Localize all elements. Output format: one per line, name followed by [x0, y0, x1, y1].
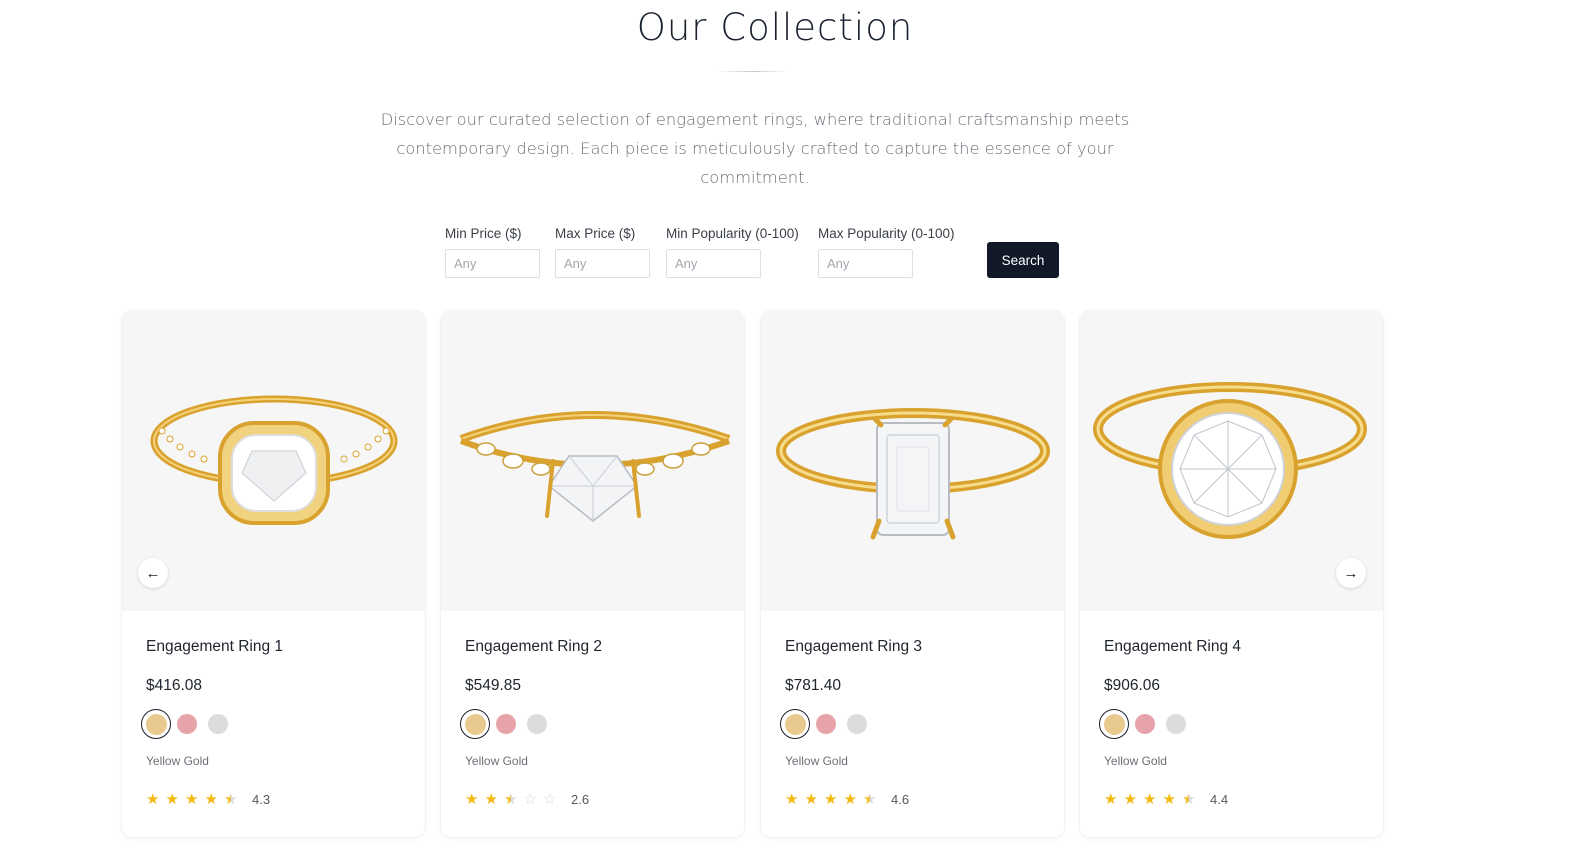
- swatch-yellow-gold[interactable]: [1099, 709, 1129, 739]
- carousel-prev-button[interactable]: ←: [138, 558, 168, 588]
- product-name[interactable]: Engagement Ring 2: [465, 638, 602, 656]
- star-empty-icon: ☆: [523, 791, 537, 808]
- product-image[interactable]: [441, 311, 744, 611]
- vintage-solitaire-ring-image: [459, 411, 731, 522]
- emerald-cut-ring-image: [776, 408, 1050, 540]
- halo-cushion-ring-image: [150, 395, 398, 525]
- swatch-rose-gold[interactable]: [496, 714, 516, 734]
- min-price-label: Min Price ($): [445, 226, 522, 241]
- rating-value: 2.6: [571, 792, 590, 807]
- max-popularity-filter: Max Popularity (0-100) Any: [818, 226, 955, 278]
- product-name[interactable]: Engagement Ring 4: [1104, 638, 1241, 656]
- star-full-icon: ★: [804, 791, 818, 808]
- filter-bar: Min Price ($) Any Max Price ($) Any Min …: [0, 226, 1591, 286]
- product-price: $416.08: [146, 677, 203, 694]
- star-full-icon: ★: [824, 791, 838, 808]
- star-half-icon: ★: [863, 791, 877, 808]
- max-price-filter: Max Price ($) Any: [555, 226, 650, 278]
- star-empty-icon: ☆: [543, 791, 557, 808]
- search-button[interactable]: Search: [987, 242, 1059, 278]
- star-full-icon: ★: [1104, 791, 1118, 808]
- star-full-icon: ★: [785, 791, 799, 808]
- star-full-icon: ★: [1123, 791, 1137, 808]
- star-half-icon: ★: [504, 791, 518, 808]
- star-half-icon: ★: [1182, 791, 1196, 808]
- min-price-input[interactable]: Any: [445, 249, 540, 278]
- rating-value: 4.4: [1210, 792, 1229, 807]
- title-divider: [716, 71, 790, 72]
- carousel-next-button[interactable]: →: [1336, 558, 1366, 588]
- rating-value: 4.6: [891, 792, 910, 807]
- metal-label: Yellow Gold: [465, 754, 528, 768]
- product-price: $549.85: [465, 677, 522, 694]
- product-name[interactable]: Engagement Ring 1: [146, 638, 283, 656]
- swatch-yellow-gold[interactable]: [141, 709, 171, 739]
- subtitle-line-2: contemporary design. Each piece is metic…: [396, 139, 1114, 187]
- page-subtitle: Discover our curated selection of engage…: [360, 105, 1150, 192]
- product-image[interactable]: [761, 311, 1064, 611]
- swatch-rose-gold[interactable]: [177, 714, 197, 734]
- star-full-icon: ★: [1162, 791, 1176, 808]
- star-full-icon: ★: [165, 791, 179, 808]
- product-price: $781.40: [785, 677, 842, 694]
- star-full-icon: ★: [465, 791, 479, 808]
- product-image[interactable]: ←: [122, 311, 425, 611]
- product-card[interactable]: Engagement Ring 2 $549.85 Yellow Gold ★ ★…: [441, 311, 744, 837]
- max-price-input[interactable]: Any: [555, 249, 650, 278]
- star-half-icon: ★: [224, 791, 238, 808]
- subtitle-line-1: Discover our curated selection of engage…: [380, 110, 1130, 129]
- star-full-icon: ★: [1143, 791, 1157, 808]
- metal-label: Yellow Gold: [1104, 754, 1167, 768]
- max-price-label: Max Price ($): [555, 226, 636, 241]
- min-popularity-input[interactable]: Any: [666, 249, 761, 278]
- swatch-white-gold[interactable]: [208, 714, 228, 734]
- product-image[interactable]: →: [1080, 311, 1383, 611]
- swatch-rose-gold[interactable]: [816, 714, 836, 734]
- star-full-icon: ★: [843, 791, 857, 808]
- star-full-icon: ★: [185, 791, 199, 808]
- collection-page: Our Collection Discover our curated sele…: [0, 0, 1591, 866]
- swatch-yellow-gold[interactable]: [780, 709, 810, 739]
- star-full-icon: ★: [146, 791, 160, 808]
- swatch-rose-gold[interactable]: [1135, 714, 1155, 734]
- arrow-right-icon: →: [1343, 564, 1359, 582]
- swatch-white-gold[interactable]: [847, 714, 867, 734]
- max-popularity-label: Max Popularity (0-100): [818, 226, 955, 241]
- star-full-icon: ★: [204, 791, 218, 808]
- swatch-yellow-gold[interactable]: [460, 709, 490, 739]
- metal-label: Yellow Gold: [785, 754, 848, 768]
- min-popularity-label: Min Popularity (0-100): [666, 226, 799, 241]
- rating-value: 4.3: [252, 792, 271, 807]
- min-popularity-filter: Min Popularity (0-100) Any: [666, 226, 799, 278]
- min-price-filter: Min Price ($) Any: [445, 226, 540, 278]
- page-title: Our Collection: [636, 6, 914, 49]
- arrow-left-icon: ←: [145, 564, 161, 582]
- metal-label: Yellow Gold: [146, 754, 209, 768]
- product-card[interactable]: ← Engagement Ring 1 $416.08 Yellow Gold …: [122, 311, 425, 837]
- swatch-white-gold[interactable]: [527, 714, 547, 734]
- swatch-white-gold[interactable]: [1166, 714, 1186, 734]
- star-full-icon: ★: [484, 791, 498, 808]
- product-name[interactable]: Engagement Ring 3: [785, 638, 922, 656]
- product-card[interactable]: → Engagement Ring 4 $906.06 Yellow Gold …: [1080, 311, 1383, 837]
- product-card[interactable]: Engagement Ring 3 $781.40 Yellow Gold ★ ★…: [761, 311, 1064, 837]
- product-price: $906.06: [1104, 677, 1161, 694]
- max-popularity-input[interactable]: Any: [818, 249, 913, 278]
